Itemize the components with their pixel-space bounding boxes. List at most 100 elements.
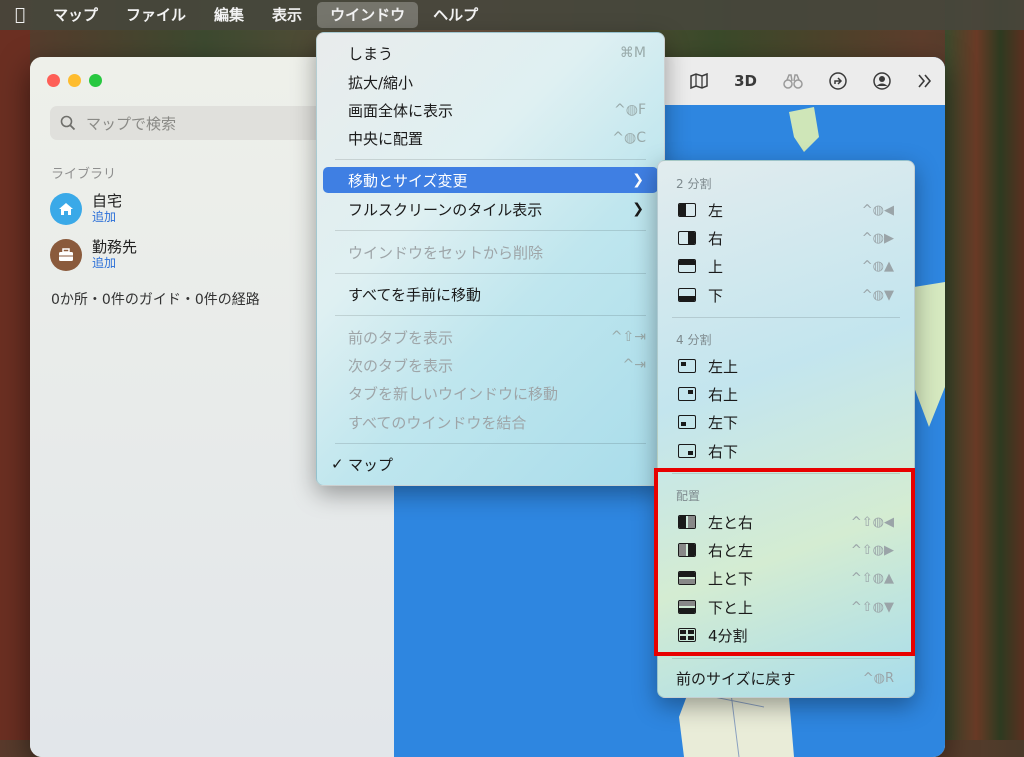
tile-top-right-icon — [678, 387, 696, 401]
binoculars-icon[interactable] — [783, 73, 803, 89]
separator — [672, 658, 900, 659]
menu-item-fullscreen-tile[interactable]: フルスクリーンのタイル表示 ❯ — [323, 196, 658, 222]
menu-item-label: しまう — [348, 44, 394, 63]
submenu-item-left[interactable]: 左 ^◍◀ — [664, 197, 908, 223]
section-quarter-title: 4 分割 — [676, 333, 712, 347]
menu-item-label: ウインドウをセットから削除 — [348, 243, 544, 262]
shortcut: ^◍▼ — [861, 287, 894, 303]
place-name: 自宅 — [92, 192, 123, 210]
menu-item-bring-all-front[interactable]: すべてを手前に移動 — [323, 281, 658, 307]
separator — [335, 315, 646, 316]
chevron-right-icon: ❯ — [632, 172, 644, 188]
menu-edit[interactable]: 編集 — [201, 2, 257, 28]
separator — [335, 443, 646, 444]
zoom-button[interactable] — [89, 74, 102, 87]
menu-window[interactable]: ウインドウ — [317, 2, 419, 28]
separator — [335, 273, 646, 274]
submenu-item-return-size[interactable]: 前のサイズに戻す ^◍R — [664, 665, 908, 691]
apple-icon[interactable]:  — [0, 0, 40, 30]
menu-item-label: マップ — [348, 455, 394, 474]
place-home[interactable]: 自宅 追加 — [50, 193, 122, 225]
directions-icon[interactable] — [829, 72, 847, 90]
submenu-item-top-left[interactable]: 左上 — [664, 353, 908, 379]
place-work[interactable]: 勤務先 追加 — [50, 239, 137, 271]
menu-item-remove-from-set: ウインドウをセットから削除 — [323, 239, 658, 265]
chevron-right-icon: ❯ — [632, 201, 644, 217]
menu-item-move-resize[interactable]: 移動とサイズ変更 ❯ — [323, 167, 658, 193]
submenu-item-bottom-left[interactable]: 左下 — [664, 409, 908, 435]
tile-top-left-icon — [678, 359, 696, 373]
add-link[interactable]: 追加 — [92, 255, 137, 271]
menu-bar:  マップ ファイル 編集 表示 ウインドウ ヘルプ — [0, 0, 1024, 30]
3d-button[interactable]: 3D — [734, 72, 757, 90]
submenu-item-label: 左下 — [708, 413, 739, 432]
submenu-item-label: 左 — [708, 201, 724, 220]
menu-item-next-tab: 次のタブを表示 ^⇥ — [323, 352, 658, 378]
menu-item-label: すべてのウインドウを結合 — [348, 413, 527, 432]
menu-item-center[interactable]: 中央に配置 ^◍C — [323, 125, 658, 151]
menu-maps[interactable]: マップ — [40, 2, 111, 28]
menu-help[interactable]: ヘルプ — [420, 2, 491, 28]
submenu-item-label: 右下 — [708, 442, 739, 461]
shortcut: ^◍R — [862, 670, 894, 686]
section-half-title: 2 分割 — [676, 177, 712, 191]
menu-item-prev-tab: 前のタブを表示 ^⇧⇥ — [323, 324, 658, 350]
menu-item-maps-window[interactable]: ✓ マップ — [323, 451, 658, 477]
shortcut: ^⇥ — [622, 357, 646, 373]
submenu-item-label: 前のサイズに戻す — [676, 669, 796, 688]
home-icon — [50, 193, 82, 225]
menu-item-label: 移動とサイズ変更 — [348, 171, 468, 190]
submenu-item-label: 上 — [708, 257, 724, 276]
menu-file[interactable]: ファイル — [113, 2, 199, 28]
tile-left-icon — [678, 203, 696, 217]
separator — [335, 159, 646, 160]
submenu-item-label: 右上 — [708, 385, 739, 404]
library-title: ライブラリ — [51, 167, 117, 182]
shortcut: ^◍◀ — [861, 202, 894, 218]
submenu-item-bottom-right[interactable]: 右下 — [664, 438, 908, 464]
search-placeholder: マップで検索 — [86, 114, 177, 133]
briefcase-icon — [50, 239, 82, 271]
library-summary: 0か所・0件のガイド・0件の経路 — [51, 292, 260, 308]
menu-item-label: フルスクリーンのタイル表示 — [348, 200, 543, 219]
shortcut: ^⇧⇥ — [610, 329, 646, 345]
map-icon[interactable] — [690, 73, 708, 89]
highlight-box — [654, 468, 915, 656]
submenu-item-label: 下 — [708, 286, 724, 305]
submenu-item-bottom[interactable]: 下 ^◍▼ — [664, 282, 908, 308]
traffic-lights — [47, 74, 102, 87]
submenu-item-top-right[interactable]: 右上 — [664, 381, 908, 407]
place-name: 勤務先 — [92, 238, 138, 256]
menu-item-label: 前のタブを表示 — [348, 328, 454, 347]
shortcut: ^◍C — [612, 130, 646, 146]
separator — [335, 230, 646, 231]
menu-item-label: 画面全体に表示 — [348, 101, 454, 120]
menu-item-label: 拡大/縮小 — [348, 73, 414, 92]
add-link[interactable]: 追加 — [92, 209, 122, 225]
account-icon[interactable] — [873, 72, 891, 90]
submenu-item-label: 右 — [708, 229, 724, 248]
checkmark-icon: ✓ — [331, 455, 344, 473]
menu-item-fill[interactable]: 画面全体に表示 ^◍F — [323, 97, 658, 123]
minimize-button[interactable] — [68, 74, 81, 87]
close-button[interactable] — [47, 74, 60, 87]
submenu-item-top[interactable]: 上 ^◍▲ — [664, 253, 908, 279]
submenu-item-right[interactable]: 右 ^◍▶ — [664, 225, 908, 251]
tile-right-icon — [678, 231, 696, 245]
window-menu: しまう ⌘M 拡大/縮小 画面全体に表示 ^◍F 中央に配置 ^◍C 移動とサイ… — [316, 32, 665, 486]
shortcut: ^◍F — [614, 102, 646, 118]
more-icon[interactable] — [917, 74, 933, 88]
submenu-item-label: 左上 — [708, 357, 739, 376]
tile-top-icon — [678, 259, 696, 273]
separator — [672, 317, 900, 318]
menu-item-zoom[interactable]: 拡大/縮小 — [323, 69, 658, 95]
tile-bottom-right-icon — [678, 444, 696, 458]
menu-view[interactable]: 表示 — [259, 2, 315, 28]
menu-item-move-tab-new-window: タブを新しいウインドウに移動 — [323, 380, 658, 406]
menu-item-merge-windows: すべてのウインドウを結合 — [323, 409, 658, 435]
menu-item-minimize[interactable]: しまう ⌘M — [323, 40, 658, 66]
shortcut: ^◍▶ — [861, 230, 894, 246]
menu-item-label: すべてを手前に移動 — [348, 285, 482, 304]
menu-item-label: タブを新しいウインドウに移動 — [348, 384, 559, 403]
shortcut: ^◍▲ — [861, 258, 894, 274]
